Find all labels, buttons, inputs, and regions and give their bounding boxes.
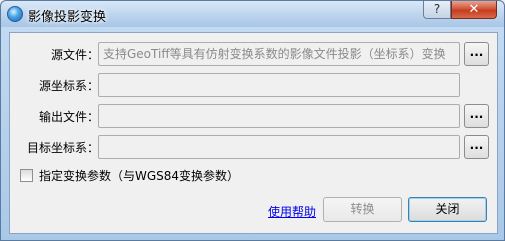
title-bar[interactable]: 影像投影变换 ? ✕ [1, 1, 504, 27]
question-mark-icon: ? [433, 2, 441, 16]
window-title: 影像投影变换 [28, 10, 107, 25]
globe-icon [7, 6, 23, 22]
target-crs-label: 目标坐标系： [26, 141, 99, 155]
source-crs-input[interactable] [98, 73, 460, 97]
dialog-window: 影像投影变换 ? ✕ 源文件： ... 源坐标系： 输出文件： ... 目标坐标… [0, 0, 505, 241]
target-crs-browse-button[interactable]: ... [464, 135, 489, 159]
source-crs-row: 源坐标系： [10, 73, 499, 97]
help-button[interactable]: ? [423, 1, 451, 19]
transform-params-label[interactable]: 指定变换参数（与WGS84变换参数） [39, 167, 239, 184]
close-button[interactable]: 关闭 [408, 197, 487, 222]
source-crs-label: 源坐标系： [38, 79, 99, 93]
source-file-input[interactable] [98, 42, 460, 66]
transform-params-checkbox[interactable] [20, 169, 33, 182]
target-crs-row: 目标坐标系： ... [10, 135, 499, 159]
source-file-row: 源文件： ... [10, 42, 499, 66]
help-link[interactable]: 使用帮助 [268, 203, 316, 220]
output-file-label: 输出文件： [38, 110, 99, 124]
source-file-browse-button[interactable]: ... [464, 42, 489, 66]
output-file-browse-button[interactable]: ... [464, 104, 489, 128]
target-crs-input[interactable] [98, 135, 460, 159]
close-icon: ✕ [468, 2, 480, 17]
close-window-button[interactable]: ✕ [451, 1, 497, 19]
dialog-body: 源文件： ... 源坐标系： 输出文件： ... 目标坐标系： ... 指定变换… [9, 32, 498, 234]
output-file-input[interactable] [98, 104, 460, 128]
convert-button[interactable]: 转换 [323, 197, 402, 222]
output-file-row: 输出文件： ... [10, 104, 499, 128]
source-file-label: 源文件： [50, 48, 99, 62]
